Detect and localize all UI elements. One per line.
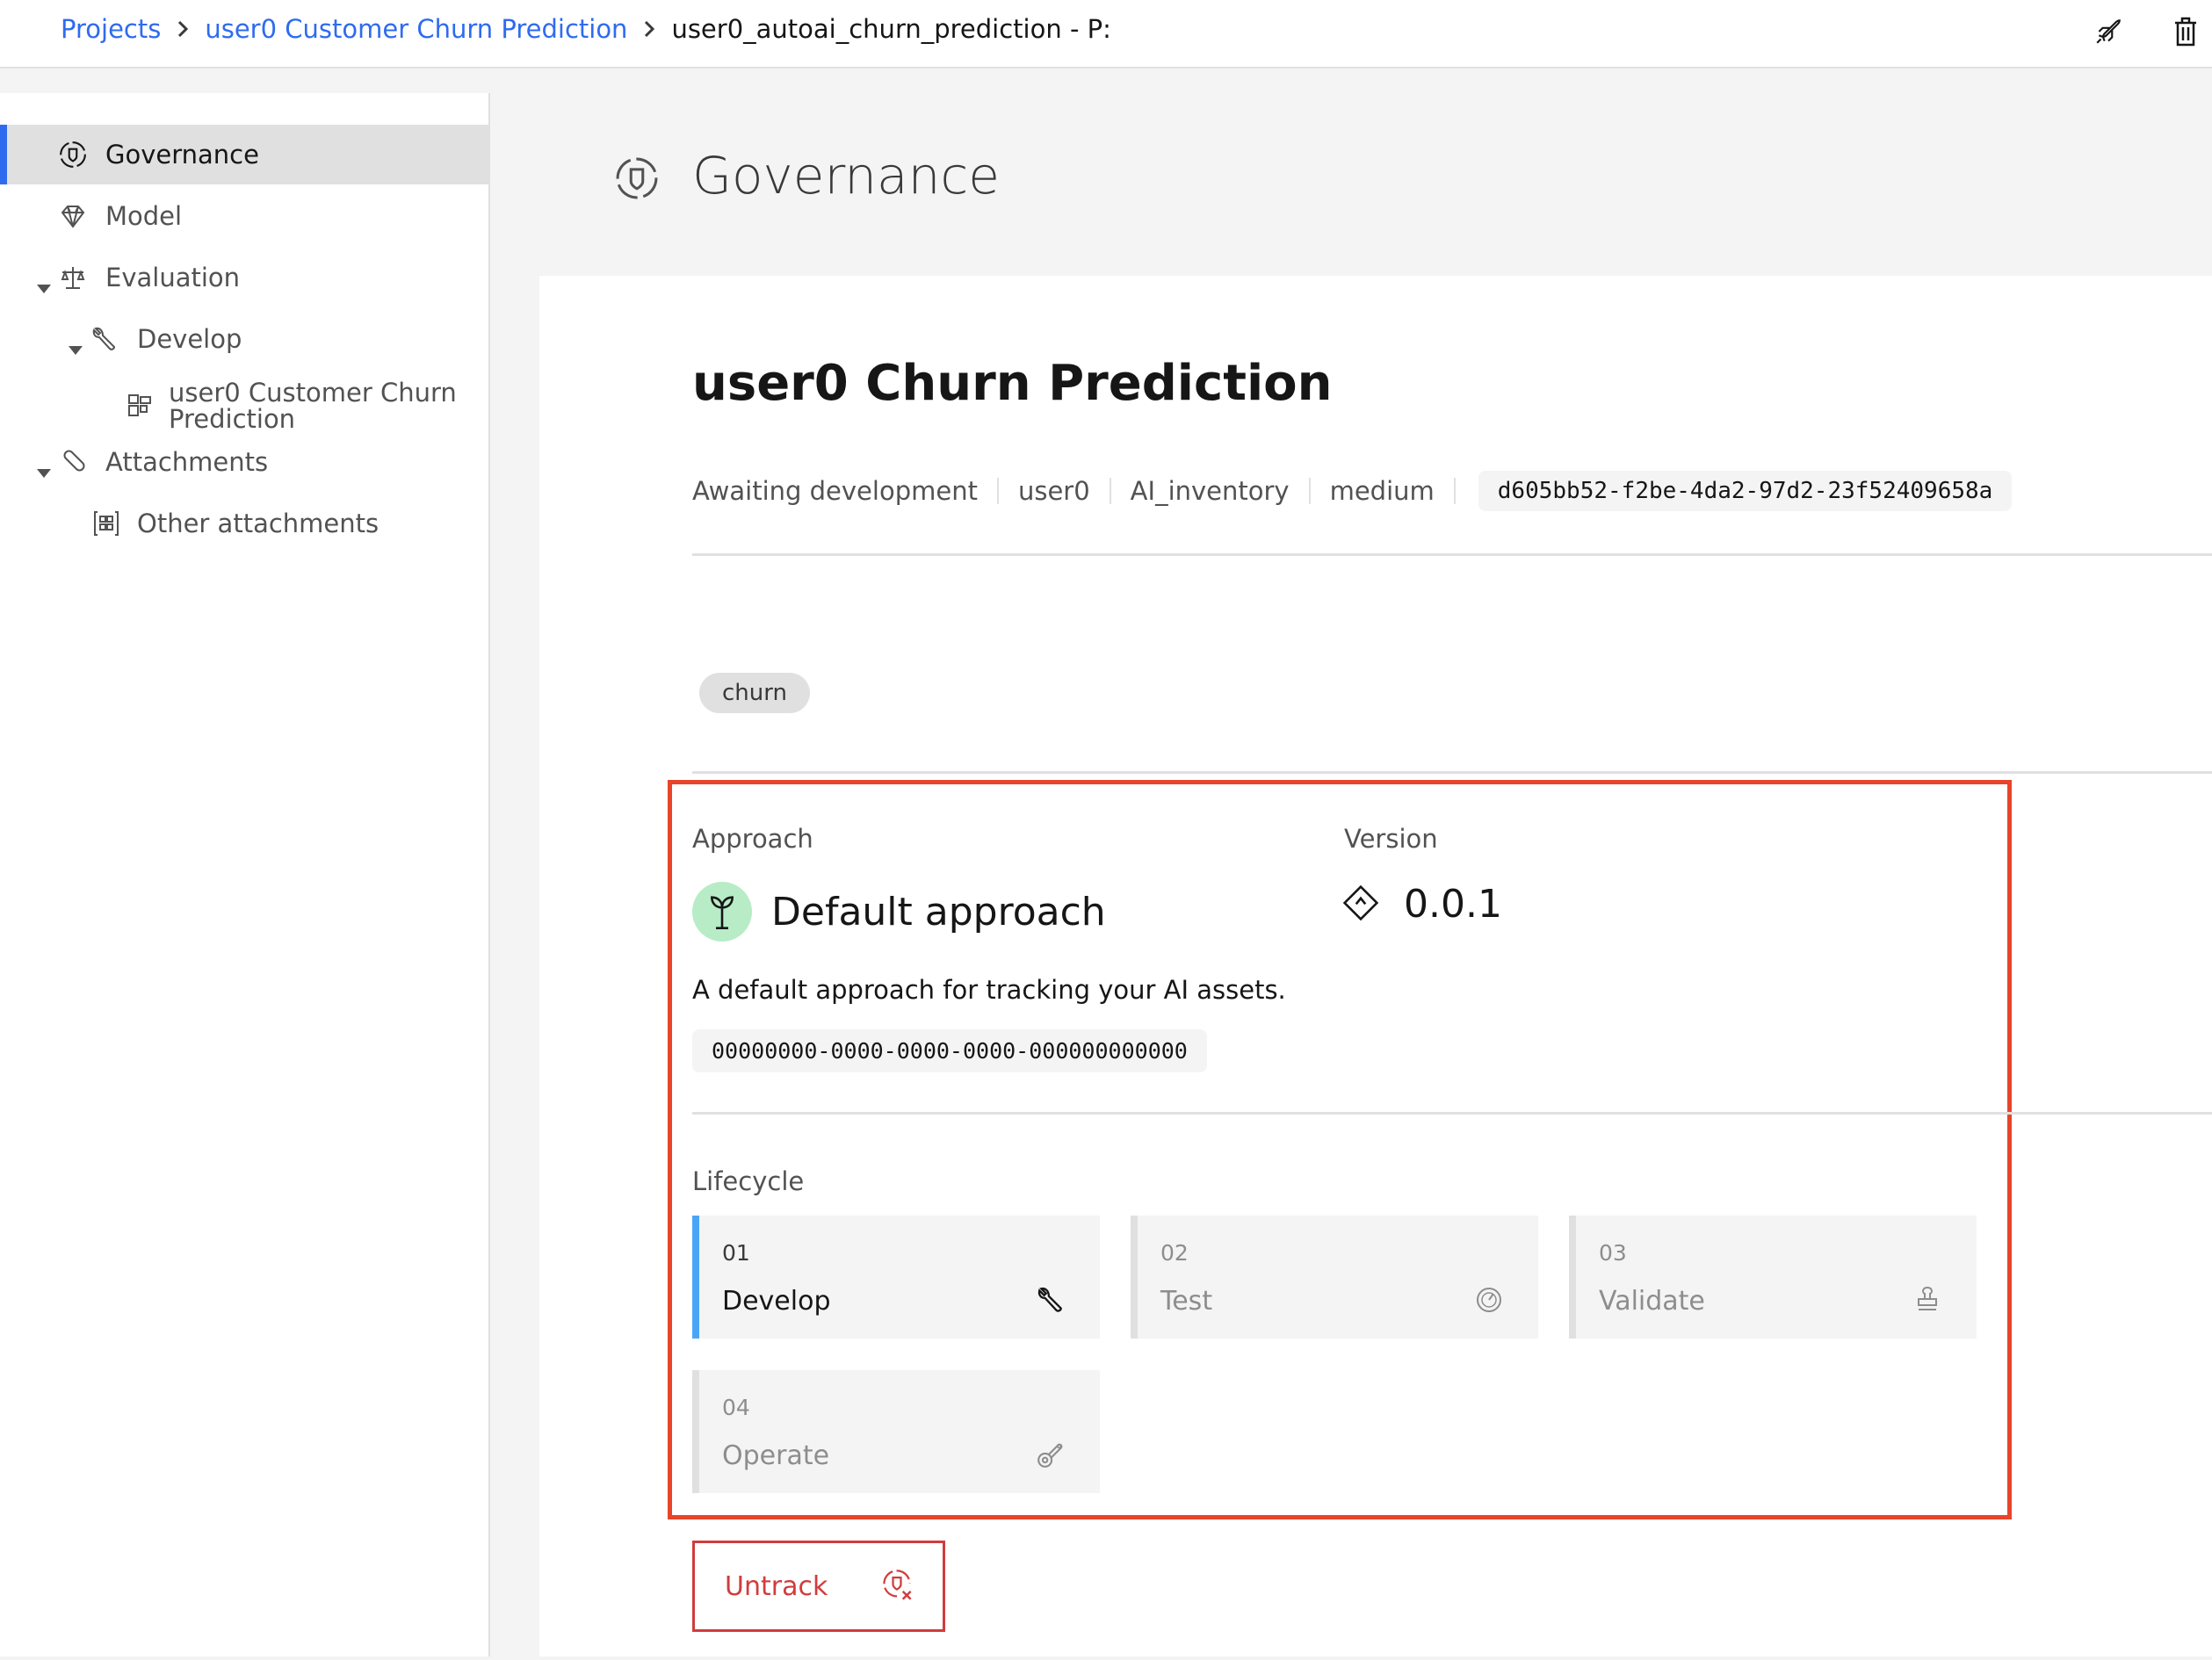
delete-button[interactable] [2168,16,2203,51]
top-bar: Projects user0 Customer Churn Prediction… [0,0,2212,69]
operate-icon [1033,1437,1068,1472]
breadcrumb: Projects user0 Customer Churn Prediction… [61,14,1111,44]
meta-divider [1453,478,1456,504]
untrack-label: Untrack [725,1570,828,1602]
approach-name: Default approach [771,889,1106,935]
approach-id[interactable]: 00000000-0000-0000-0000-000000000000 [692,1029,1207,1072]
untrack-icon [881,1568,913,1605]
divider [692,553,2212,556]
asset-details: user0 Churn Prediction Awaiting developm… [539,276,2212,1656]
meta-divider [1308,478,1311,504]
inventory-text: AI_inventory [1130,476,1290,506]
lifecycle-phase-validate[interactable]: 03 Validate [1569,1216,1977,1339]
sidebar-item-other-attachments[interactable]: Other attachments [0,494,490,553]
chevron-right-icon [643,19,655,39]
caret-down-icon[interactable] [35,271,53,293]
sidebar-item-label: Governance [105,140,259,170]
asset-meta: Awaiting development user0 AI_inventory … [692,471,2013,511]
sidebar-item-attachments[interactable]: Attachments [0,432,490,492]
paperclip-icon [58,447,88,477]
wrench-icon [90,324,119,354]
approach-label: Approach [692,824,813,854]
sidebar-item-governance[interactable]: Governance [0,125,490,184]
sidebar-item-user0-customer-churn-prediction[interactable]: user0 Customer Churn Prediction [0,371,490,441]
breadcrumb-project[interactable]: user0 Customer Churn Prediction [205,14,627,44]
divider [692,1112,2212,1115]
sidebar-item-develop[interactable]: Develop [0,309,490,369]
sidebar-item-label: Other attachments [137,509,380,538]
page-title: Governance [692,146,1000,206]
phase-name: Develop [722,1286,831,1317]
version-icon [1342,884,1379,925]
risk-text: medium [1329,476,1435,506]
sidebar-item-label: Develop [137,324,242,354]
scale-icon [58,263,88,292]
top-actions [2091,16,2212,51]
breadcrumb-projects[interactable]: Projects [61,14,161,44]
breadcrumb-current: user0_autoai_churn_prediction - P: [671,14,1111,44]
sidebar-item-label: Attachments [105,447,269,477]
rocket-icon [2093,17,2123,50]
tag-churn[interactable]: churn [699,673,810,713]
sidebar-item-label: user0 Customer Churn Prediction [169,378,457,434]
governance-icon [58,140,88,170]
stamp-icon [1910,1282,1945,1317]
sidebar-item-model[interactable]: Model [0,186,490,246]
phase-name: Test [1160,1286,1213,1317]
sidebar-item-label: Evaluation [105,263,241,292]
phase-name: Validate [1599,1286,1705,1317]
lifecycle-phase-develop[interactable]: 01 Develop [692,1216,1100,1339]
sidebar: Governance Model Evaluation Develop user… [0,93,490,1656]
phase-name: Operate [722,1440,830,1471]
phase-number: 02 [1160,1240,1189,1266]
version-label: Version [1344,824,1438,854]
sprout-icon [692,882,752,942]
phase-number: 01 [722,1240,750,1266]
caret-down-icon[interactable] [35,456,53,478]
chevron-right-icon [177,19,189,39]
status-text: Awaiting development [692,476,978,506]
caret-down-icon[interactable] [67,333,84,355]
governance-icon [613,155,661,206]
gauge-icon [1471,1282,1507,1317]
wrench-icon [1033,1282,1068,1317]
asset-id[interactable]: d605bb52-f2be-4da2-97d2-23f52409658a [1478,471,2013,511]
lifecycle-label: Lifecycle [692,1166,805,1196]
meta-divider [996,478,999,504]
trash-icon [2172,16,2199,51]
approach-description: A default approach for tracking your AI … [692,975,1286,1005]
version: 0.0.1 [1342,882,1502,927]
lifecycle-phase-test[interactable]: 02 Test [1131,1216,1538,1339]
phase-number: 04 [722,1395,750,1420]
asset-title: user0 Churn Prediction [692,355,1333,412]
lifecycle-phase-operate[interactable]: 04 Operate [692,1370,1100,1493]
sidebar-item-evaluation[interactable]: Evaluation [0,248,490,307]
grid-icon [125,391,155,421]
meta-divider [1109,478,1111,504]
diamond-icon [58,201,88,231]
deploy-button[interactable] [2091,16,2126,51]
phase-number: 03 [1599,1240,1627,1266]
approach: Default approach [692,882,1106,942]
sidebar-item-label: Model [105,201,183,231]
divider [692,771,2212,774]
attachment-grid-icon [91,509,121,538]
untrack-button[interactable]: Untrack [692,1541,945,1632]
owner-text: user0 [1017,476,1090,506]
page-header: Governance [539,93,2212,276]
version-value: 0.0.1 [1404,882,1502,927]
